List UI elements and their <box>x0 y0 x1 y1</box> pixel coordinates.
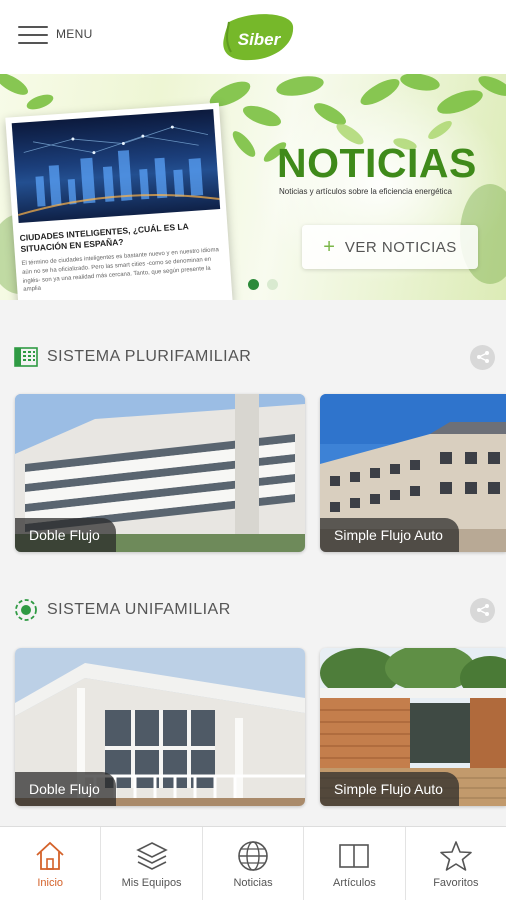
globe-icon <box>238 840 268 871</box>
section-header-unifamiliar: SISTEMA UNIFAMILIAR <box>0 590 506 630</box>
ver-noticias-button[interactable]: + VER NOTICIAS <box>302 225 478 269</box>
hamburger-icon <box>18 24 48 44</box>
nav-item-inicio[interactable]: Inicio <box>0 827 102 900</box>
menu-label: MENU <box>56 27 93 41</box>
product-card-label: Simple Flujo Auto <box>320 772 459 806</box>
carousel-dot[interactable] <box>248 279 259 290</box>
product-card-simple-flujo-auto-plurifamiliar[interactable]: Simple Flujo Auto <box>320 394 506 552</box>
star-icon <box>440 840 472 871</box>
layers-icon <box>135 841 168 870</box>
product-card-doble-flujo-plurifamiliar[interactable]: Doble Flujo <box>15 394 305 552</box>
section-title: SISTEMA PLURIFAMILIAR <box>47 348 252 365</box>
share-button[interactable] <box>470 344 495 370</box>
share-icon <box>476 604 489 616</box>
section-title: SISTEMA UNIFAMILIAR <box>47 601 231 618</box>
nav-item-articulos[interactable]: Artículos <box>304 827 406 900</box>
share-button[interactable] <box>470 597 495 623</box>
home-icon <box>36 841 64 870</box>
featured-article-card[interactable]: CIUDADES INTELIGENTES, ¿CUÁL ES LA SITUA… <box>5 102 233 300</box>
nav-item-mis-equipos[interactable]: Mis Equipos <box>101 827 203 900</box>
building-icon <box>14 347 38 367</box>
book-icon <box>339 843 370 868</box>
nav-label: Inicio <box>37 876 64 889</box>
banner-subtitle: Noticias y artículos sobre la eficiencia… <box>279 187 452 196</box>
bottom-navigation: Inicio Mis Equipos Noticias Artículos Fa… <box>0 826 506 900</box>
logo-text: Siber <box>238 30 282 49</box>
product-card-label: Doble Flujo <box>15 772 116 806</box>
nav-label: Mis Equipos <box>121 876 182 889</box>
siber-logo: Siber <box>223 14 294 61</box>
plus-icon: + <box>323 235 335 258</box>
app-header: MENU Siber <box>0 0 506 74</box>
section-header-plurifamiliar: SISTEMA PLURIFAMILIAR <box>0 337 506 377</box>
share-icon <box>476 351 489 363</box>
nav-item-noticias[interactable]: Noticias <box>203 827 305 900</box>
product-card-doble-flujo-unifamiliar[interactable]: Doble Flujo <box>15 648 305 806</box>
nav-label: Artículos <box>333 876 376 889</box>
house-circle-icon <box>15 599 37 621</box>
banner-title: NOTICIAS <box>277 140 477 186</box>
product-card-label: Doble Flujo <box>15 518 116 552</box>
carousel-dot[interactable] <box>267 279 278 290</box>
nav-item-favoritos[interactable]: Favoritos <box>406 827 506 900</box>
product-card-simple-flujo-auto-unifamiliar[interactable]: Simple Flujo Auto <box>320 648 506 806</box>
menu-button[interactable]: MENU <box>18 24 93 44</box>
nav-label: Noticias <box>233 876 273 889</box>
article-excerpt: El término de ciudades inteligentes es b… <box>21 247 220 294</box>
article-image <box>11 109 221 224</box>
product-card-label: Simple Flujo Auto <box>320 518 459 552</box>
nav-label: Favoritos <box>433 876 479 889</box>
news-banner[interactable]: CIUDADES INTELIGENTES, ¿CUÁL ES LA SITUA… <box>0 74 506 300</box>
carousel-indicator <box>248 279 278 290</box>
ver-noticias-label: VER NOTICIAS <box>344 238 457 256</box>
